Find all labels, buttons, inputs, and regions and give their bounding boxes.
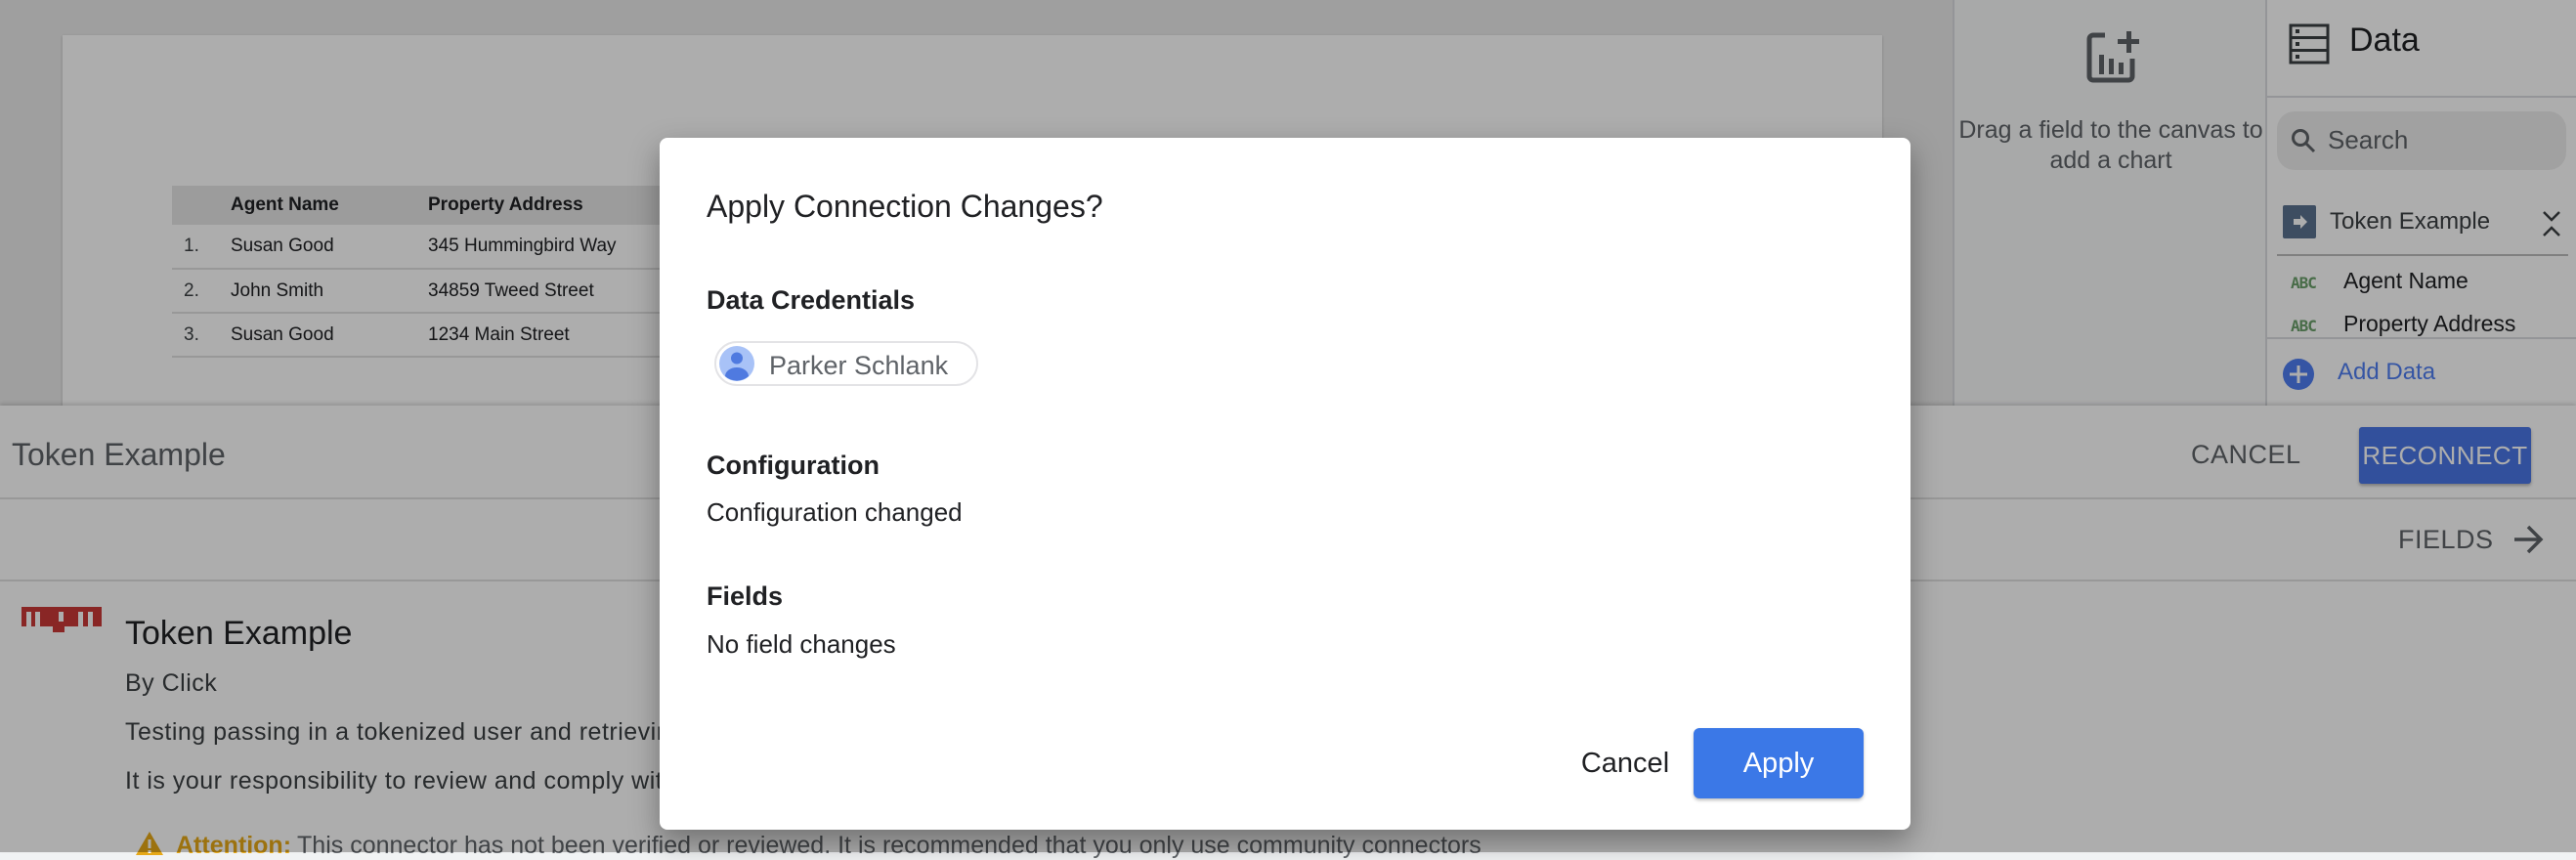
credential-chip: Parker Schlank [714,341,978,386]
apply-connection-changes-dialog: Apply Connection Changes? Data Credentia… [660,138,1911,830]
dialog-title: Apply Connection Changes? [707,189,1103,224]
fields-heading: Fields [707,581,784,611]
credentials-heading: Data Credentials [707,285,916,315]
credential-user-name: Parker Schlank [769,351,949,380]
fields-status: No field changes [707,629,896,659]
avatar-icon [719,346,754,381]
dialog-cancel-button[interactable]: Cancel [1557,744,1694,783]
dialog-apply-button[interactable]: Apply [1694,728,1864,798]
configuration-status: Configuration changed [707,497,963,527]
configuration-heading: Configuration [707,451,880,480]
